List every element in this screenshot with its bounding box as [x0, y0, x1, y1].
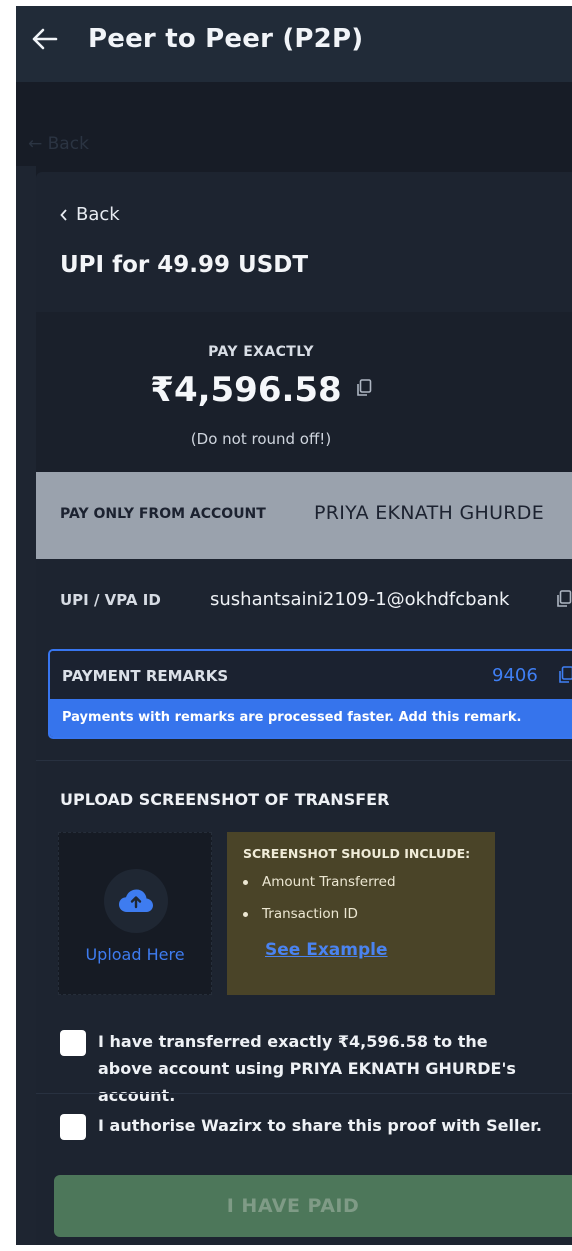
pay-amount-row: ₹4,596.58	[36, 370, 486, 410]
card-back-button[interactable]: Back	[60, 204, 120, 225]
requirements-list: Amount Transferred Transaction ID	[243, 874, 396, 938]
cloud-upload-icon	[119, 889, 153, 912]
i-have-paid-button[interactable]: I HAVE PAID	[54, 1175, 572, 1237]
background-back-link: ← Back	[28, 134, 89, 154]
list-item: Amount Transferred	[243, 874, 396, 906]
authorise-row[interactable]: I authorise Wazirx to share this proof w…	[60, 1112, 542, 1140]
remarks-hint: Payments with remarks are processed fast…	[62, 710, 522, 725]
see-example-link[interactable]: See Example	[265, 940, 388, 960]
upload-section-title: UPLOAD SCREENSHOT OF TRANSFER	[60, 790, 390, 809]
pay-note: (Do not round off!)	[190, 430, 332, 448]
section-divider	[36, 1093, 572, 1094]
remarks-value: 9406	[492, 665, 538, 686]
upi-value: sushantsaini2109-1@okhdfcbank	[210, 589, 510, 610]
page-title: Peer to Peer (P2P)	[88, 24, 364, 54]
list-item: Transaction ID	[243, 906, 396, 938]
copy-upi-icon[interactable]	[556, 590, 572, 612]
screenshot-requirements-box: SCREENSHOT SHOULD INCLUDE: Amount Transf…	[227, 832, 495, 995]
copy-remarks-icon[interactable]	[558, 666, 572, 688]
requirement-text: Amount Transferred	[262, 874, 396, 890]
payment-remarks-box: PAYMENT REMARKS 9406 Payments with remar…	[48, 649, 572, 739]
top-app-bar: Peer to Peer (P2P)	[16, 6, 572, 82]
authorise-checkbox[interactable]	[60, 1114, 86, 1140]
requirements-title: SCREENSHOT SHOULD INCLUDE:	[243, 846, 471, 861]
remarks-hint-bar: Payments with remarks are processed fast…	[50, 699, 572, 737]
bullet-icon	[243, 880, 248, 885]
account-label: PAY ONLY FROM ACCOUNT	[60, 506, 266, 522]
authorise-text: I authorise Wazirx to share this proof w…	[98, 1116, 542, 1135]
remarks-label: PAYMENT REMARKS	[62, 667, 229, 685]
bullet-icon	[243, 912, 248, 917]
upload-label: Upload Here	[85, 945, 185, 964]
account-name: PRIYA EKNATH GHURDE	[314, 502, 545, 524]
app-screen: Peer to Peer (P2P) ← Back Back UPI for 4…	[16, 6, 572, 1245]
transfer-checkbox[interactable]	[60, 1030, 86, 1056]
back-arrow-icon[interactable]	[30, 24, 60, 54]
pay-from-account-bar: PAY ONLY FROM ACCOUNT PRIYA EKNATH GHURD…	[36, 472, 572, 559]
transfer-confirmation-row[interactable]: I have transferred exactly ₹4,596.58 to …	[60, 1028, 538, 1109]
pay-exactly-section: PAY EXACTLY ₹4,596.58 (Do not round off!…	[36, 312, 572, 472]
section-divider	[36, 760, 572, 761]
chevron-left-icon	[60, 208, 67, 221]
pay-amount: ₹4,596.58	[150, 370, 342, 410]
requirement-text: Transaction ID	[262, 906, 358, 922]
upi-id-row: UPI / VPA ID sushantsaini2109-1@okhdfcba…	[36, 559, 572, 641]
upload-screenshot-button[interactable]: Upload Here	[58, 832, 212, 995]
payment-card: Back UPI for 49.99 USDT PAY EXACTLY ₹4,5…	[36, 172, 572, 1245]
copy-amount-icon[interactable]	[356, 379, 372, 401]
i-have-paid-label: I HAVE PAID	[226, 1195, 360, 1217]
card-back-label: Back	[76, 204, 120, 225]
card-title: UPI for 49.99 USDT	[60, 252, 309, 278]
background-panel-edge	[16, 166, 36, 1245]
pay-exactly-label: PAY EXACTLY	[208, 344, 314, 360]
transfer-confirmation-text: I have transferred exactly ₹4,596.58 to …	[98, 1032, 516, 1105]
remarks-header: PAYMENT REMARKS 9406	[50, 651, 572, 699]
upload-icon-circle	[104, 869, 168, 933]
upi-label: UPI / VPA ID	[60, 591, 161, 609]
